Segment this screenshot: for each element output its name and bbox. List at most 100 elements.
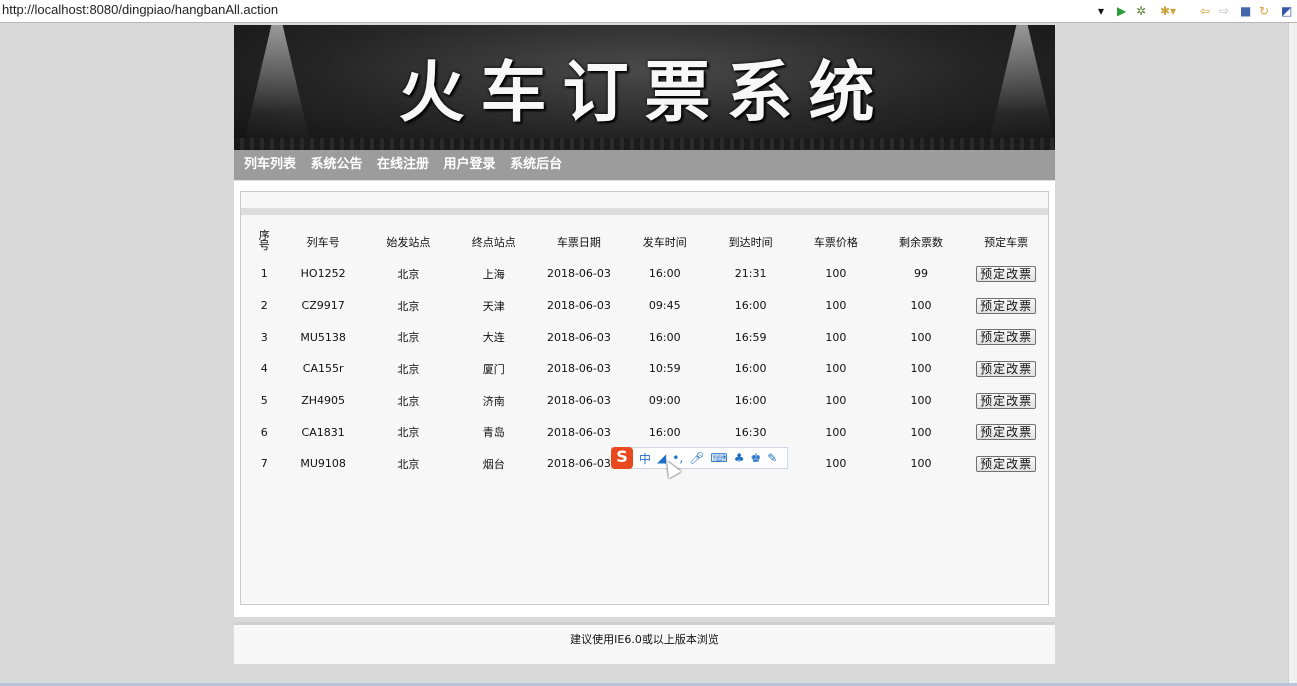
ime-toolbar[interactable]: S 中 ◢ •, 🎤︎ ⌨ ♣ ♚ ✎ [611, 447, 788, 469]
cell-price: 100 [825, 267, 847, 281]
table-row: 1 HO1252 北京 上海 2018-06-03 16:00 21:31 100 99 预定改票 [247, 258, 1048, 290]
book-change-button[interactable]: 预定改票 [976, 424, 1037, 441]
header-action: 预定车票 [984, 235, 1029, 249]
cell-from: 北京 [397, 426, 420, 440]
book-change-button[interactable]: 预定改票 [976, 329, 1037, 346]
book-change-button[interactable]: 预定改票 [976, 297, 1037, 314]
cell-price: 100 [825, 425, 847, 439]
book-change-button[interactable]: 预定改票 [976, 392, 1037, 409]
cell-action: 预定改票 [964, 448, 1048, 480]
cell-arrive: 16:00 [734, 394, 767, 408]
browser-address-bar: http://localhost:8080/dingpiao/hangbanAl… [0, 0, 1297, 23]
cell-arrive: 21:31 [734, 267, 767, 281]
cell-price: 100 [825, 362, 847, 376]
banner-floor [234, 138, 1055, 150]
cell-arrive: 16:00 [734, 362, 767, 376]
nav-register[interactable]: 在线注册 [377, 150, 429, 180]
cell-action: 预定改票 [964, 258, 1048, 290]
cell-date: 2018-06-03 [546, 457, 611, 471]
extra-icon[interactable]: ◩ [1281, 3, 1292, 19]
cell-price: 100 [825, 330, 847, 344]
cell-seq: 4 [260, 362, 268, 376]
nav-train-list[interactable]: 列车列表 [244, 150, 296, 180]
cell-seq: 2 [260, 299, 268, 313]
nav-login[interactable]: 用户登录 [444, 150, 496, 180]
forward-icon[interactable]: ⇨ [1219, 3, 1229, 19]
cell-depart: 09:45 [648, 299, 681, 313]
microphone-icon[interactable]: 🎤︎ [689, 451, 704, 465]
cell-arrive: 16:30 [734, 425, 767, 439]
cell-depart: 09:00 [648, 394, 681, 408]
header-date: 车票日期 [556, 235, 601, 249]
table-row: 3 MU5138 北京 大连 2018-06-03 16:00 16:59 100 100 预定改… [247, 321, 1048, 353]
play-icon[interactable]: ▶ [1117, 3, 1126, 19]
cell-date: 2018-06-03 [546, 330, 611, 344]
site-banner: 火车订票系统 [234, 25, 1055, 150]
panel-strip [241, 208, 1048, 215]
cell-from: 北京 [397, 457, 420, 471]
header-price: 车票价格 [813, 235, 858, 249]
book-change-button[interactable]: 预定改票 [976, 265, 1037, 282]
cell-price: 100 [825, 457, 847, 471]
cell-left: 100 [910, 425, 932, 439]
table-header-row: 序号 列车号 始发站点 终点站点 车票日期 发车时间 到达时间 车票价格 剩余票… [247, 225, 1048, 258]
content-area: 序号 列车号 始发站点 终点站点 车票日期 发车时间 到达时间 车票价格 剩余票… [234, 180, 1055, 617]
dropdown-icon[interactable]: ▾ [1098, 3, 1104, 19]
cell-action: 预定改票 [964, 385, 1048, 417]
header-to: 终点站点 [471, 235, 516, 249]
settings-wrench-icon[interactable]: ✎ [767, 451, 777, 465]
cell-depart: 16:00 [648, 425, 681, 439]
cell-from: 北京 [397, 267, 420, 281]
nav-admin[interactable]: 系统后台 [510, 150, 562, 180]
cell-date: 2018-06-03 [546, 267, 611, 281]
cell-to: 济南 [482, 394, 505, 408]
cell-price: 100 [825, 299, 847, 313]
cell-seq: 7 [260, 457, 268, 471]
user-icon[interactable]: ♣ [734, 451, 745, 465]
table-row: 4 CA155r 北京 厦门 2018-06-03 10:59 16:00 100 100 预定改… [247, 353, 1048, 385]
cell-to: 厦门 [482, 362, 505, 376]
book-change-button[interactable]: 预定改票 [976, 360, 1037, 377]
cell-left: 99 [913, 267, 928, 281]
table-row: 2 CZ9917 北京 天津 2018-06-03 09:45 16:00 100 100 预定改… [247, 290, 1048, 322]
cell-action: 预定改票 [964, 353, 1048, 385]
ime-mode[interactable]: 中 [639, 450, 651, 467]
vertical-scrollbar[interactable] [1288, 23, 1297, 683]
cell-depart: 10:59 [648, 362, 681, 376]
debug-icon[interactable]: ✲ [1136, 3, 1146, 19]
run-config-icon[interactable]: ✱▾ [1160, 3, 1176, 19]
cell-left: 100 [910, 457, 932, 471]
cell-action: 预定改票 [964, 321, 1048, 353]
cell-depart: 16:00 [648, 330, 681, 344]
header-arrive: 到达时间 [728, 235, 773, 249]
cell-left: 100 [910, 362, 932, 376]
header-left: 剩余票数 [898, 235, 943, 249]
cell-left: 100 [910, 299, 932, 313]
cell-left: 100 [910, 394, 932, 408]
site-footer: 建议使用IE6.0或以上版本浏览 [234, 622, 1055, 664]
nav-announcements[interactable]: 系统公告 [311, 150, 363, 180]
cell-date: 2018-06-03 [546, 362, 611, 376]
cell-train: CZ9917 [301, 299, 345, 313]
cell-to: 烟台 [482, 457, 505, 471]
sogou-logo-icon[interactable]: S [611, 447, 633, 469]
cell-from: 北京 [397, 299, 420, 313]
skin-icon[interactable]: ♚ [750, 451, 761, 465]
cell-action: 预定改票 [964, 290, 1048, 322]
refresh-icon[interactable]: ↻ [1259, 3, 1269, 19]
keyboard-icon[interactable]: ⌨ [710, 451, 727, 465]
book-change-button[interactable]: 预定改票 [976, 455, 1037, 472]
cell-to: 青岛 [482, 426, 505, 440]
cell-train: HO1252 [300, 267, 346, 281]
cell-train: CA1831 [301, 425, 345, 439]
page-container: 火车订票系统 列车列表 系统公告 在线注册 用户登录 系统后台 序号 列车号 始… [234, 25, 1055, 664]
table-row: 5 ZH4905 北京 济南 2018-06-03 09:00 16:00 100 100 预定改… [247, 385, 1048, 417]
cell-price: 100 [825, 394, 847, 408]
cell-arrive: 16:59 [734, 330, 767, 344]
cell-seq: 5 [260, 394, 268, 408]
header-from: 始发站点 [386, 235, 431, 249]
url-field[interactable]: http://localhost:8080/dingpiao/hangbanAl… [2, 2, 278, 17]
back-icon[interactable]: ⇦ [1200, 3, 1210, 19]
cell-seq: 1 [260, 267, 268, 281]
stop-icon[interactable]: ■ [1240, 3, 1251, 19]
